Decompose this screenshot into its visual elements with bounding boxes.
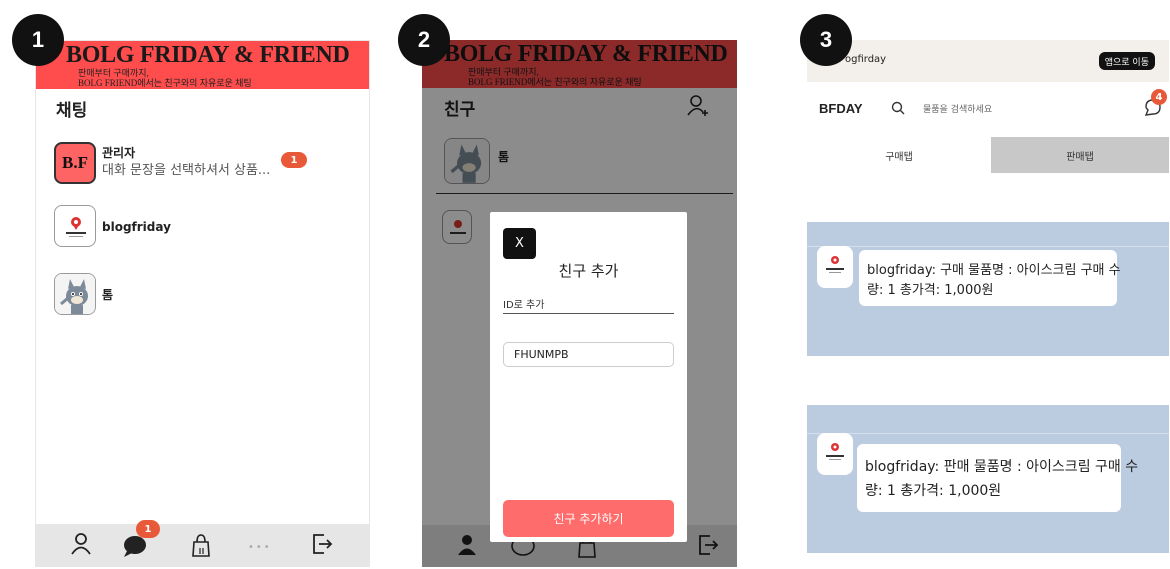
avatar: B.F (54, 142, 96, 184)
message-area-buy: blogfriday: 구매 물품명 : 아이스크림 구매 수 량: 1 총가격… (807, 222, 1169, 356)
message-bubble: blogfriday: 판매 물품명 : 아이스크림 구매 수 량: 1 총가격… (857, 444, 1138, 512)
step-marker-2: 2 (398, 14, 450, 66)
chat-item-tom[interactable]: 톰 (36, 267, 369, 323)
search-icon[interactable] (891, 101, 905, 115)
modal-title: 친구 추가 (558, 262, 619, 280)
chat-name: blogfriday (102, 220, 171, 234)
friends-screen: BOLG FRIDAY & FRIEND 판매부터 구매까지, BOLG FRI… (422, 40, 737, 567)
avatar (54, 273, 96, 315)
nav-chat-badge: 1 (136, 520, 160, 538)
profile-icon[interactable] (70, 532, 92, 556)
site-name: ogfirday (845, 54, 887, 65)
message-line-1: blogfriday: 판매 물품명 : 아이스크림 구매 수 (865, 459, 1139, 475)
blogfriday-logo-icon (66, 217, 86, 237)
blogfriday-logo-icon (826, 443, 844, 460)
avatar (817, 433, 853, 475)
more-icon[interactable]: ••• (248, 542, 272, 553)
banner-subtitle-2: BOLG FRIEND에서는 친구와의 자유로운 채팅 (78, 78, 252, 88)
app-bar: ogfirday 앱으로 이동 (807, 40, 1169, 82)
tab-sell[interactable]: 판매탭 (991, 137, 1169, 173)
chat-name: 톰 (102, 288, 114, 302)
chat-item-blogfriday[interactable]: blogfriday (36, 201, 369, 257)
close-button[interactable]: X (503, 228, 536, 259)
chat-list-screen: BOLG FRIDAY & FRIEND 판매부터 구매까지, BOLG FRI… (35, 40, 370, 567)
open-app-button[interactable]: 앱으로 이동 (1098, 52, 1155, 70)
divider (807, 246, 1169, 247)
message-line-2: 량: 1 총가격: 1,000원 (867, 283, 994, 298)
blogfriday-logo-icon (826, 256, 844, 273)
avatar (54, 205, 96, 247)
tab-buy[interactable]: 구매탭 (807, 137, 991, 173)
bottom-nav: 1 ••• (36, 520, 369, 566)
step-marker-3: 3 (800, 14, 852, 66)
logout-icon[interactable] (311, 532, 333, 556)
page-title: 채팅 (56, 101, 88, 121)
message-area-sell: blogfriday: 판매 물품명 : 아이스크림 구매 수 량: 1 총가격… (807, 405, 1169, 553)
trade-chat-screen: ogfirday 앱으로 이동 BFDAY 물품을 검색하세요 4 구매탭 판매… (807, 40, 1169, 180)
search-input[interactable]: 물품을 검색하세요 (923, 102, 992, 115)
divider (807, 433, 1169, 434)
tom-cat-icon (55, 274, 95, 314)
shopping-bag-icon[interactable] (190, 532, 212, 558)
message-line-1: blogfriday: 구매 물품명 : 아이스크림 구매 수 (867, 263, 1121, 278)
banner-title: BOLG FRIDAY & FRIEND (66, 42, 350, 68)
unread-badge: 1 (281, 152, 307, 168)
add-friend-button[interactable]: 친구 추가하기 (503, 500, 674, 537)
chat-preview: 대화 문장을 선택하셔서 상품... (102, 163, 271, 178)
avatar (817, 246, 853, 288)
message-bubble: blogfriday: 구매 물품명 : 아이스크림 구매 수 량: 1 총가격… (859, 250, 1121, 306)
notification-badge: 4 (1151, 89, 1167, 105)
add-friend-modal: X 친구 추가 ID로 추가 FHUNMPB 친구 추가하기 (490, 212, 687, 542)
site-logo[interactable]: BFDAY (819, 101, 863, 116)
header-banner: BOLG FRIDAY & FRIEND 판매부터 구매까지, BOLG FRI… (36, 41, 369, 89)
bf-logo-text: B.F (62, 153, 88, 172)
step-marker-1: 1 (12, 14, 64, 66)
message-line-2: 량: 1 총가격: 1,000원 (865, 483, 1002, 499)
chat-item-admin[interactable]: B.F 관리자 대화 문장을 선택하셔서 상품... 1 (36, 136, 369, 192)
friend-id-input[interactable]: FHUNMPB (503, 342, 674, 367)
id-label: ID로 추가 (503, 296, 674, 314)
